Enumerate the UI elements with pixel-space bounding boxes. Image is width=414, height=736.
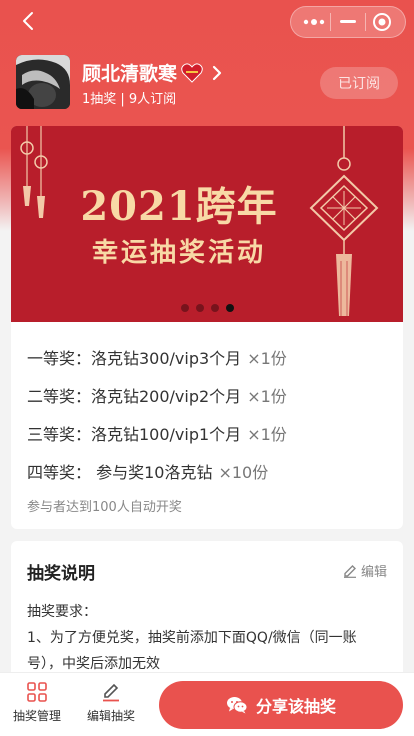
- pencil-icon: [103, 683, 119, 702]
- banner-title: 2021跨年: [80, 183, 278, 230]
- minus-icon: [339, 20, 356, 23]
- organizer-name-row[interactable]: 顾北清歌寒: [82, 59, 223, 86]
- prize-label: 一等奖：洛克钻300/vip3个月: [27, 349, 242, 368]
- auto-draw-note: 参与者达到100人自动开奖: [27, 500, 182, 515]
- prize-label: 三等奖：洛克钻100/vip1个月: [27, 425, 242, 444]
- minimize-button[interactable]: [335, 11, 361, 33]
- carousel-dot[interactable]: [180, 304, 189, 312]
- prize-quantity: ×1份: [247, 425, 287, 444]
- description-line: 1、为了方便兑奖，抽奖前添加下面QQ/微信（同一账号），中奖后添加无效: [27, 630, 357, 672]
- lottery-manage-button[interactable]: 抽奖管理: [2, 681, 72, 724]
- more-button[interactable]: [301, 11, 327, 33]
- close-mini-program-button[interactable]: [369, 11, 395, 33]
- banner-carousel[interactable]: 2021跨年 幸运抽奖活动: [11, 126, 403, 322]
- carousel-dot-active[interactable]: [225, 304, 234, 312]
- carousel-dot[interactable]: [195, 304, 204, 312]
- avatar-image: [16, 55, 70, 109]
- share-lottery-button[interactable]: 分享该抽奖: [159, 681, 403, 729]
- avatar[interactable]: [16, 55, 70, 109]
- subscribe-button[interactable]: 已订阅: [320, 67, 398, 99]
- description-card: 抽奖说明 编辑 抽奖要求： 1、为了方便兑奖，抽奖前添加下面QQ/微信（同一账号…: [11, 541, 403, 681]
- prize-label: 二等奖：洛克钻200/vip2个月: [27, 387, 242, 406]
- prize-quantity: ×10份: [218, 463, 269, 482]
- description-line: 抽奖要求：: [27, 604, 97, 620]
- pencil-icon: [343, 564, 356, 578]
- lottery-card: 2021跨年 幸运抽奖活动 一等奖：洛克钻300/vip3个月 ×1份 二等奖：…: [11, 126, 403, 529]
- organizer-profile: 顾北清歌寒 1抽奖 | 9人订阅 已订阅: [16, 55, 398, 111]
- banner-subtitle: 幸运抽奖活动: [91, 238, 266, 268]
- organizer-stats: 1抽奖 | 9人订阅: [82, 92, 177, 107]
- prize-label: 四等奖： 参与奖10洛克钻: [27, 463, 213, 482]
- organizer-name: 顾北清歌寒: [82, 63, 178, 85]
- prize-item: 三等奖：洛克钻100/vip1个月 ×1份: [27, 414, 387, 452]
- back-button[interactable]: [18, 10, 40, 32]
- carousel-dot[interactable]: [210, 304, 219, 312]
- description-body: 抽奖要求： 1、为了方便兑奖，抽奖前添加下面QQ/微信（同一账号），中奖后添加无…: [27, 599, 387, 677]
- prize-item: 一等奖：洛克钻300/vip3个月 ×1份: [27, 338, 387, 376]
- chevron-right-icon: [212, 65, 222, 80]
- prize-item: 四等奖： 参与奖10洛克钻 ×10份: [27, 452, 387, 490]
- more-dots-icon: [303, 19, 324, 25]
- chevron-left-icon: [23, 12, 33, 30]
- target-close-icon: [373, 13, 392, 31]
- prize-quantity: ×1份: [247, 387, 287, 406]
- capsule-divider: [364, 13, 366, 31]
- description-title: 抽奖说明: [27, 564, 95, 584]
- edit-description-label: 编辑: [360, 565, 387, 580]
- prize-quantity: ×1份: [247, 349, 287, 368]
- prize-list: 一等奖：洛克钻300/vip3个月 ×1份 二等奖：洛克钻200/vip2个月 …: [27, 338, 387, 490]
- wechat-icon: [226, 697, 248, 714]
- carousel-indicator: [11, 304, 403, 312]
- heart-badge-icon: [181, 62, 203, 83]
- edit-lottery-button[interactable]: 编辑抽奖: [76, 681, 146, 724]
- share-lottery-label: 分享该抽奖: [255, 697, 336, 716]
- lottery-manage-label: 抽奖管理: [12, 709, 61, 723]
- grid-icon: [27, 682, 47, 702]
- nav-bar: [0, 0, 414, 44]
- edit-description-button[interactable]: 编辑: [343, 561, 387, 580]
- capsule-divider: [330, 13, 332, 31]
- edit-lottery-label: 编辑抽奖: [86, 709, 135, 723]
- bottom-action-bar: 抽奖管理 编辑抽奖 分享该抽奖: [0, 672, 414, 736]
- mini-program-capsule: [290, 6, 406, 38]
- prize-item: 二等奖：洛克钻200/vip2个月 ×1份: [27, 376, 387, 414]
